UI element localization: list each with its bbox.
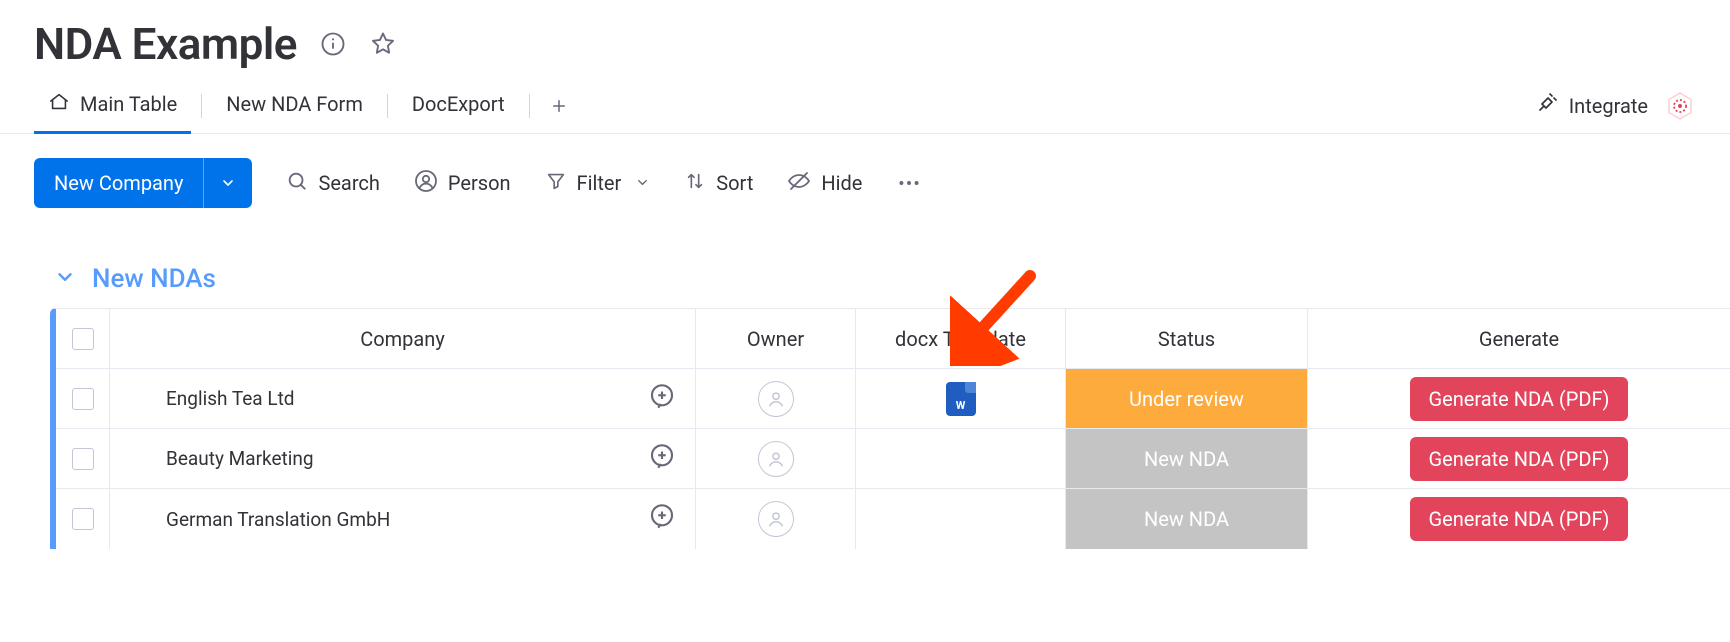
status-cell[interactable]: New NDA [1066, 489, 1307, 549]
search-icon [286, 170, 308, 197]
cell-owner[interactable] [696, 429, 856, 488]
status-cell[interactable]: New NDA [1066, 429, 1307, 488]
board-title[interactable]: NDA Example [34, 18, 297, 70]
hide-icon [787, 169, 811, 198]
plug-icon [1535, 91, 1559, 120]
company-name: Beauty Marketing [166, 447, 314, 470]
docx-file-icon[interactable]: W [946, 382, 976, 416]
more-button[interactable] [896, 170, 922, 196]
search-label: Search [318, 171, 379, 195]
row-checkbox[interactable] [72, 388, 94, 410]
column-header-owner[interactable]: Owner [696, 309, 856, 368]
tab-new-nda-form[interactable]: New NDA Form [212, 78, 377, 134]
tab-label: New NDA Form [226, 92, 363, 116]
cell-docx[interactable] [856, 489, 1066, 549]
filter-icon [545, 170, 567, 197]
table-row: English Tea Ltd W Under review Generate … [56, 369, 1730, 429]
add-tab-button[interactable] [540, 87, 578, 125]
group-title: New NDAs [92, 264, 216, 294]
table: Company Owner docx Template Status Gener… [50, 308, 1730, 549]
info-icon[interactable] [319, 30, 347, 58]
tab-label: Main Table [80, 92, 177, 116]
column-header-status[interactable]: Status [1066, 309, 1308, 368]
table-row: Beauty Marketing New NDA Generate NDA (P… [56, 429, 1730, 489]
company-name: German Translation GmbH [166, 508, 390, 531]
cell-company[interactable]: German Translation GmbH [110, 489, 696, 549]
sort-icon [684, 170, 706, 197]
new-company-label: New Company [34, 171, 203, 195]
chevron-down-icon [635, 171, 650, 195]
avatar-icon[interactable] [758, 381, 794, 417]
person-icon [414, 169, 438, 198]
chat-icon[interactable] [647, 441, 677, 476]
home-icon [48, 91, 70, 118]
cell-company[interactable]: English Tea Ltd [110, 369, 696, 428]
cell-generate: Generate NDA (PDF) [1308, 489, 1730, 549]
hide-label: Hide [821, 171, 862, 195]
cell-generate: Generate NDA (PDF) [1308, 369, 1730, 428]
integrate-button[interactable]: Integrate [1535, 91, 1648, 120]
search-button[interactable]: Search [286, 170, 379, 197]
avatar-icon[interactable] [758, 501, 794, 537]
generate-button[interactable]: Generate NDA (PDF) [1410, 377, 1627, 421]
tab-main-table[interactable]: Main Table [34, 78, 191, 134]
generate-button[interactable]: Generate NDA (PDF) [1410, 437, 1627, 481]
person-button[interactable]: Person [414, 169, 511, 198]
avatar-icon[interactable] [758, 441, 794, 477]
column-header-docx[interactable]: docx Template [856, 309, 1066, 368]
tab-divider [201, 94, 202, 118]
integrate-label: Integrate [1569, 94, 1648, 118]
generate-button[interactable]: Generate NDA (PDF) [1410, 497, 1627, 541]
status-cell[interactable]: Under review [1066, 369, 1307, 428]
sort-label: Sort [716, 171, 753, 195]
column-header-company[interactable]: Company [110, 309, 696, 368]
tab-docexport[interactable]: DocExport [398, 78, 519, 134]
cell-generate: Generate NDA (PDF) [1308, 429, 1730, 488]
select-all-checkbox[interactable] [72, 328, 94, 350]
cell-owner[interactable] [696, 489, 856, 549]
row-checkbox[interactable] [72, 448, 94, 470]
filter-button[interactable]: Filter [545, 170, 651, 197]
tab-divider [529, 94, 530, 118]
company-name: English Tea Ltd [166, 387, 295, 410]
row-checkbox[interactable] [72, 508, 94, 530]
hide-button[interactable]: Hide [787, 169, 862, 198]
table-row: German Translation GmbH New NDA Generate… [56, 489, 1730, 549]
person-label: Person [448, 171, 511, 195]
chat-icon[interactable] [647, 381, 677, 416]
chevron-down-icon[interactable] [203, 158, 252, 208]
star-icon[interactable] [369, 30, 397, 58]
new-company-button[interactable]: New Company [34, 158, 252, 208]
filter-label: Filter [577, 171, 622, 195]
chevron-down-icon [54, 266, 76, 292]
cell-owner[interactable] [696, 369, 856, 428]
chat-icon[interactable] [647, 502, 677, 537]
tab-divider [387, 94, 388, 118]
column-header-generate[interactable]: Generate [1308, 309, 1730, 368]
cell-docx[interactable] [856, 429, 1066, 488]
group-header[interactable]: New NDAs [50, 264, 1730, 294]
cell-company[interactable]: Beauty Marketing [110, 429, 696, 488]
tab-label: DocExport [412, 92, 505, 116]
cell-docx[interactable]: W [856, 369, 1066, 428]
table-header-row: Company Owner docx Template Status Gener… [56, 309, 1730, 369]
sort-button[interactable]: Sort [684, 170, 753, 197]
integrate-badge-icon[interactable] [1664, 90, 1696, 122]
